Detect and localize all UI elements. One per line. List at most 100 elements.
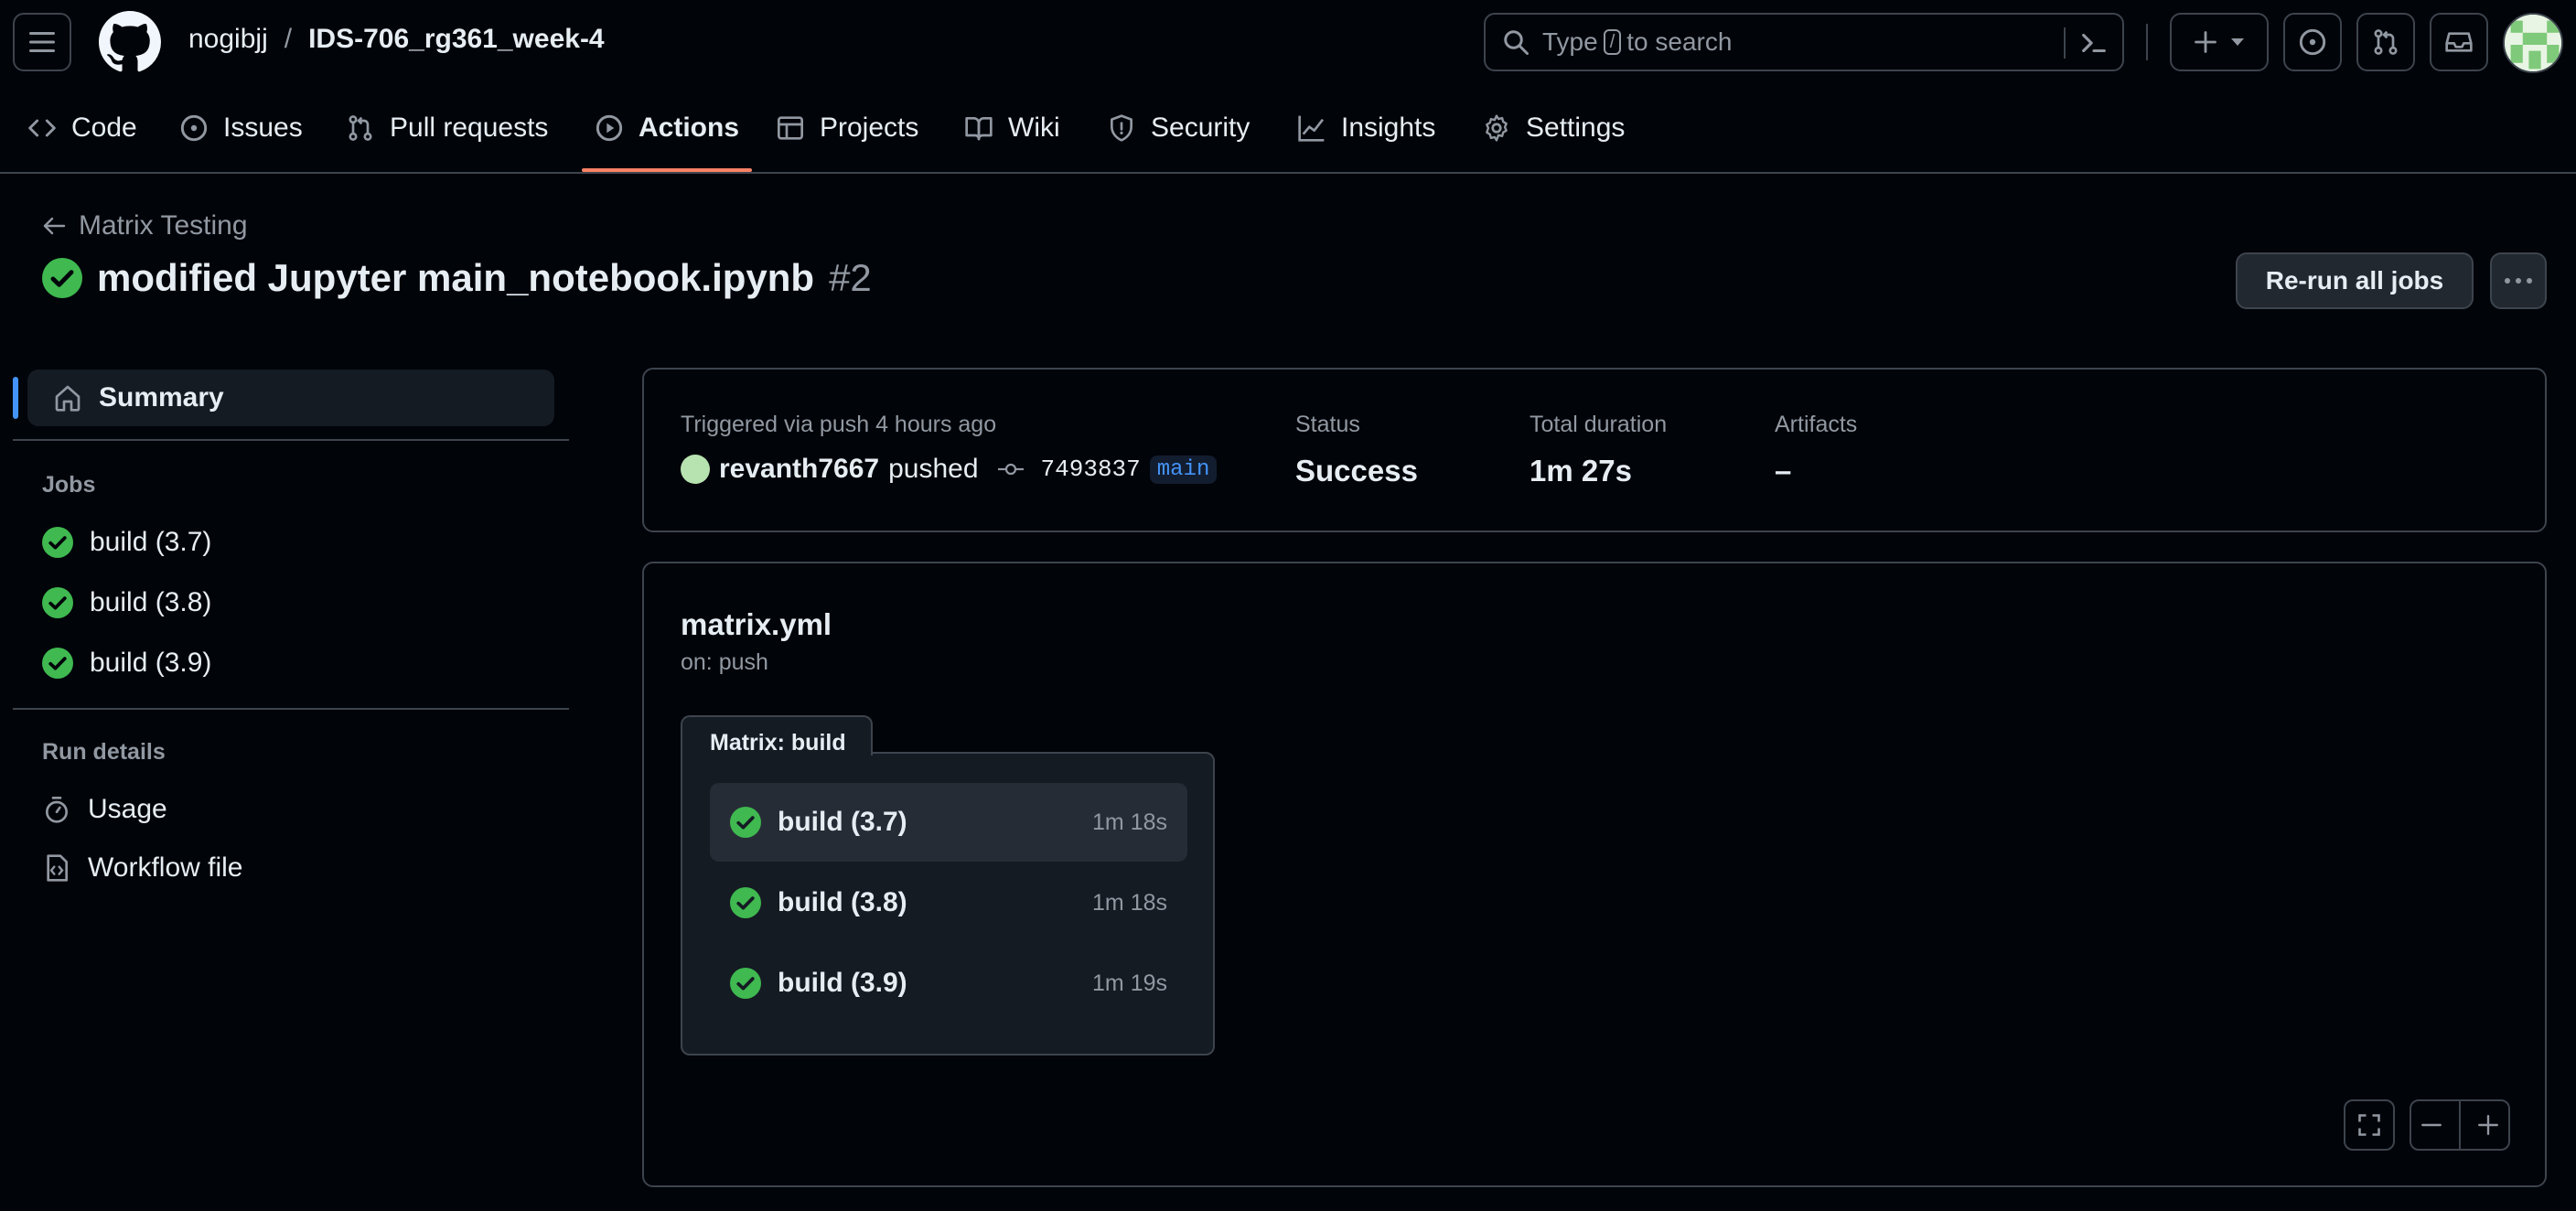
sidebar-job-item[interactable]: build (3.9) [42,648,211,679]
commit-sha-link[interactable]: 7493837 [1041,455,1141,483]
zoom-out-button[interactable] [2420,1113,2443,1137]
tab-code[interactable]: Code [27,84,137,172]
gear-icon [1486,114,1508,142]
tab-security-label: Security [1151,113,1250,143]
plus-icon [2195,31,2216,53]
inbox-button[interactable] [2430,13,2488,71]
shield-icon [1111,114,1132,142]
duration-label: Total duration [1530,412,1668,437]
search-divider [2064,27,2066,59]
book-icon [965,117,993,141]
sidebar-job-item[interactable]: build (3.7) [42,527,211,558]
duration-value: 1m 27s [1530,454,1632,488]
back-to-workflow-link[interactable]: Matrix Testing [42,210,248,241]
issues-button[interactable] [2283,13,2342,71]
repo-name-link[interactable]: IDS-706_rg361_week-4 [308,24,605,55]
tab-actions[interactable]: Actions [581,84,753,172]
tab-projects-label: Projects [820,113,919,143]
tab-insights[interactable]: Insights [1297,84,1435,172]
matrix-job-row[interactable]: build (3.8) 1m 18s [710,863,1187,942]
matrix-job-name: build (3.8) [778,887,907,917]
matrix-job-row[interactable]: build (3.9) 1m 19s [710,944,1187,1023]
tab-issues[interactable]: Issues [179,84,303,172]
fullscreen-button[interactable] [2344,1099,2395,1151]
tab-projects[interactable]: Projects [776,84,918,172]
sidebar-item-usage[interactable]: Usage [42,794,167,825]
tab-settings[interactable]: Settings [1482,84,1625,172]
dash-icon [2420,1123,2442,1127]
issue-opened-icon [2299,28,2326,56]
check-circle-fill-icon [42,648,73,679]
search-placeholder-suffix: to search [1626,27,1733,56]
breadcrumb-separator: / [284,24,293,54]
search-input[interactable]: Type / to search [1484,13,2124,71]
tab-settings-label: Settings [1526,113,1626,143]
command-palette-icon[interactable] [2078,27,2109,59]
matrix-group: build (3.7) 1m 18s build (3.8) 1m 18s bu… [681,752,1215,1056]
check-circle-fill-icon [42,587,73,618]
check-circle-fill-icon [730,887,761,918]
more-options-button[interactable] [2490,252,2547,309]
workflow-graph-card: matrix.yml on: push build (3.7) 1m 18s b… [642,562,2547,1187]
pusher-username[interactable]: revanth7667 [719,454,879,485]
git-commit-icon [997,463,1024,476]
search-shortcut-key: / [1603,29,1622,55]
matrix-job-name: build (3.9) [778,968,907,998]
sidebar-item-workflow-file[interactable]: Workflow file [42,852,242,884]
repo-nav: Code Issues Pull requests Actions Projec… [0,84,2576,174]
run-details-heading: Run details [42,739,166,765]
back-link-label: Matrix Testing [79,210,248,241]
push-action: pushed [888,454,979,484]
menu-button[interactable] [13,13,71,71]
check-circle-fill-icon [42,527,73,558]
check-circle-fill-icon [42,258,82,298]
identicon-icon [2505,15,2561,71]
matrix-job-duration: 1m 19s [1092,970,1167,996]
tab-security[interactable]: Security [1107,84,1250,172]
rerun-all-jobs-button[interactable]: Re-run all jobs [2236,252,2474,309]
issue-icon [180,114,208,142]
artifacts-label: Artifacts [1775,412,1858,437]
branch-badge[interactable]: main [1149,455,1218,484]
pull-request-icon [349,115,372,141]
tab-actions-label: Actions [639,113,740,143]
global-header: nogibjj / IDS-706_rg361_week-4 Type / to… [0,0,2576,84]
check-circle-fill-icon [730,807,761,838]
sidebar-job-item[interactable]: build (3.8) [42,587,211,618]
status-value: Success [1295,454,1418,488]
sidebar-divider [13,439,569,441]
hamburger-icon [29,32,55,52]
matrix-job-name: build (3.7) [778,807,907,837]
code-icon [28,119,56,137]
tab-issues-label: Issues [223,113,303,143]
github-logo-icon[interactable] [99,11,161,73]
sidebar-job-label: build (3.7) [90,527,212,557]
file-code-icon [47,854,68,882]
user-avatar[interactable] [2503,13,2563,73]
tab-pull-requests-label: Pull requests [390,113,549,143]
pusher-avatar[interactable] [681,455,710,484]
plus-icon [2478,1115,2499,1135]
tab-wiki[interactable]: Wiki [964,84,1060,172]
tab-wiki-label: Wiki [1008,113,1060,143]
stopwatch-icon [46,797,68,823]
screen-full-icon [2358,1114,2380,1136]
header-divider [2146,24,2148,60]
create-new-button[interactable] [2170,13,2269,71]
repo-owner-link[interactable]: nogibjj [188,24,268,55]
tab-pull-requests[interactable]: Pull requests [346,84,548,172]
zoom-divider [2458,1100,2461,1150]
tab-code-label: Code [71,113,137,143]
graph-icon [1298,115,1325,142]
zoom-in-button[interactable] [2476,1113,2500,1137]
arrow-left-icon [43,217,66,235]
pull-requests-button[interactable] [2356,13,2415,71]
git-pull-request-icon [2374,29,2398,55]
pusher-info: revanth7667 pushed 7493837 main [681,454,1218,485]
sidebar-job-label: build (3.8) [90,587,212,617]
home-icon [55,385,80,412]
artifacts-value: – [1775,454,1792,488]
sidebar-item-summary[interactable]: Summary [13,370,554,426]
run-number: #2 [829,256,872,299]
matrix-job-row[interactable]: build (3.7) 1m 18s [710,783,1187,862]
